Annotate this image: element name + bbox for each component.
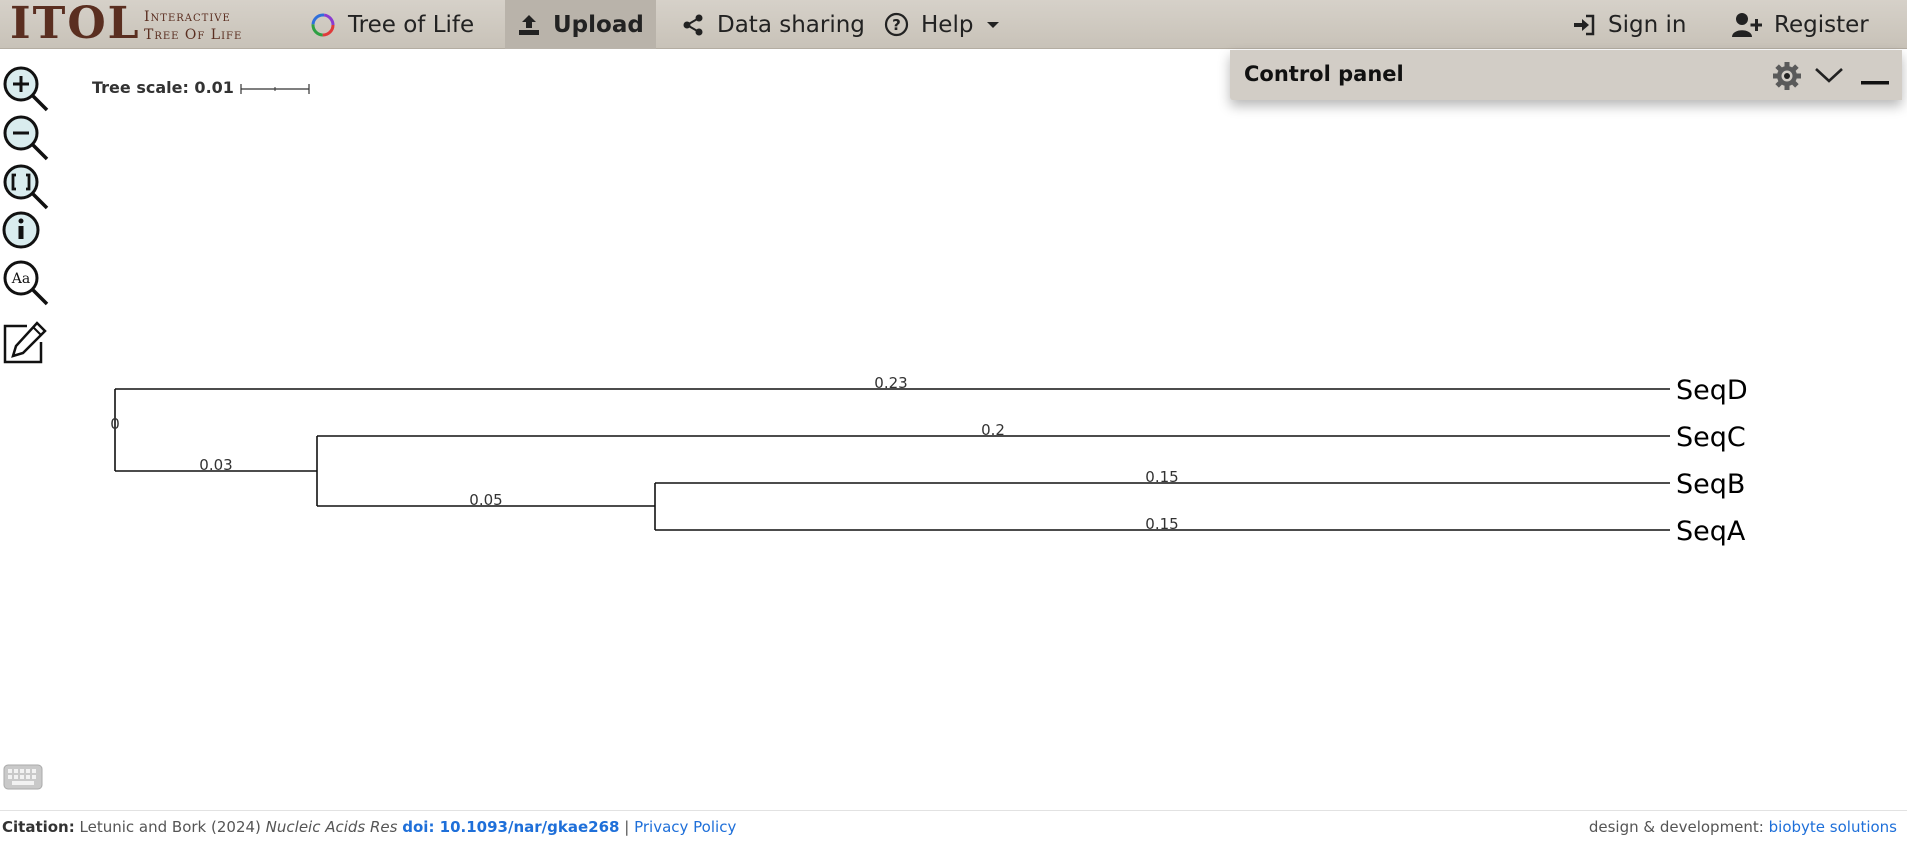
doi-link[interactable]: doi: 10.1093/nar/gkae268	[402, 818, 619, 836]
leaf-label[interactable]: SeqB	[1676, 469, 1745, 500]
leaf-label[interactable]: SeqD	[1676, 375, 1748, 406]
citation-journal: Nucleic Acids Res	[265, 818, 398, 836]
control-panel-title: Control panel	[1244, 62, 1404, 86]
branch-length-label: 0.05	[469, 491, 502, 509]
phylogenetic-tree: 0.23 0.2 0.15 0.15 0 0.03 0.05 SeqD SeqC…	[110, 374, 1748, 547]
leaf-label[interactable]: SeqC	[1676, 422, 1746, 453]
footer: Citation: Letunic and Bork (2024) Nuclei…	[0, 810, 1907, 841]
minimize-icon[interactable]	[1860, 70, 1890, 86]
citation-label: Citation:	[2, 818, 75, 836]
footer-separator: |	[624, 818, 630, 836]
branch-length-label: 0.23	[874, 374, 907, 392]
control-panel: Control panel	[1230, 50, 1902, 100]
credit-text: design & development:	[1588, 818, 1764, 836]
leaf-label[interactable]: SeqA	[1676, 516, 1746, 547]
tree-branches	[114, 388, 1670, 531]
branch-length-label: 0.15	[1145, 468, 1178, 486]
privacy-policy-link[interactable]: Privacy Policy	[634, 818, 736, 836]
keyboard-icon[interactable]	[3, 764, 43, 790]
chevron-down-icon[interactable]	[1813, 65, 1845, 85]
citation: Citation: Letunic and Bork (2024) Nuclei…	[2, 818, 736, 836]
branch-length-label: 0.15	[1145, 515, 1178, 533]
gear-icon[interactable]	[1772, 61, 1802, 91]
branch-length-label: 0.2	[981, 421, 1005, 439]
branch-length-label: 0	[110, 415, 120, 433]
branch-length-label: 0.03	[199, 456, 232, 474]
citation-authors: Letunic and Bork (2024)	[79, 818, 261, 836]
biobyte-link[interactable]: biobyte solutions	[1769, 818, 1897, 836]
credits: design & development: biobyte solutions	[1589, 818, 1897, 836]
